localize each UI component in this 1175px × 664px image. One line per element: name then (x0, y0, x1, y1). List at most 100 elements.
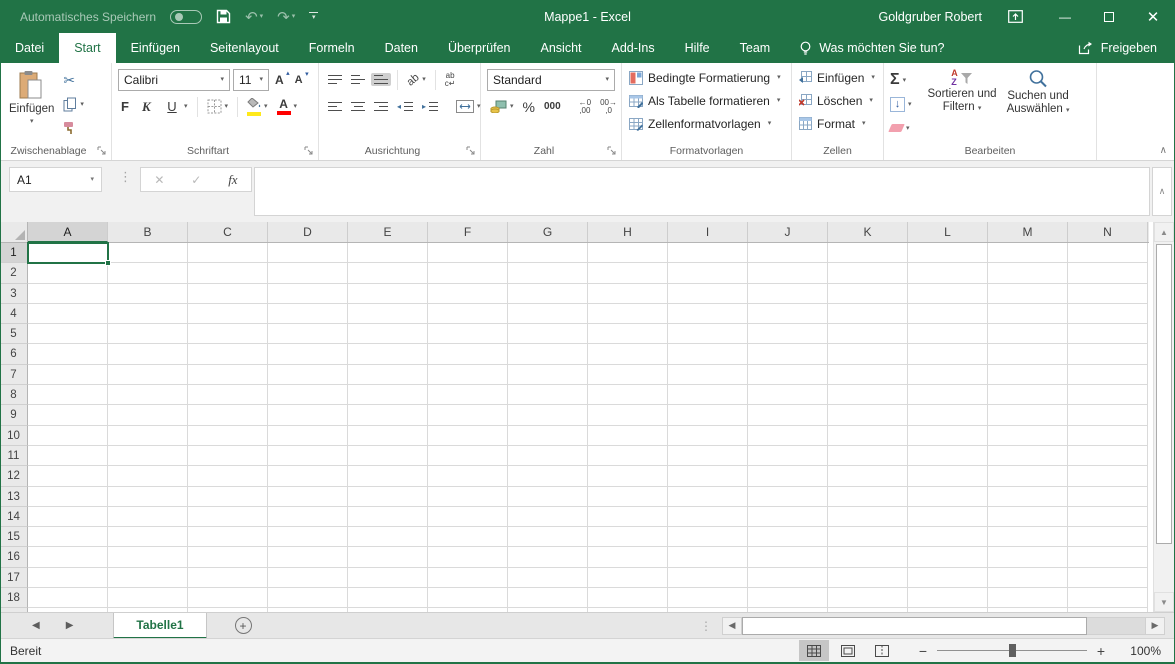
cell-N2[interactable] (1068, 263, 1148, 283)
cell-C12[interactable] (188, 466, 268, 486)
cell-I11[interactable] (668, 446, 748, 466)
cell-N13[interactable] (1068, 487, 1148, 507)
accounting-format-button[interactable]: ▾ (487, 98, 517, 115)
cell-M13[interactable] (988, 487, 1068, 507)
cell-M16[interactable] (988, 547, 1068, 567)
cell-A14[interactable] (28, 507, 108, 527)
row-header-10[interactable]: 10 (0, 426, 28, 446)
cell-D16[interactable] (268, 547, 348, 567)
cell-F12[interactable] (428, 466, 508, 486)
wrap-text-button[interactable]: abc↵ (442, 70, 459, 90)
cell-K12[interactable] (828, 466, 908, 486)
align-right-button[interactable] (371, 100, 391, 114)
name-box-caret-icon[interactable]: ▾ (90, 176, 94, 183)
ribbon-display-options-button[interactable] (1008, 10, 1023, 23)
cell-F2[interactable] (428, 263, 508, 283)
cell-A12[interactable] (28, 466, 108, 486)
cell-M11[interactable] (988, 446, 1068, 466)
cell-H13[interactable] (588, 487, 668, 507)
fill-color-button[interactable]: ▾ (244, 95, 271, 118)
cell-G15[interactable] (508, 527, 588, 547)
cell-A9[interactable] (28, 405, 108, 425)
cell-J17[interactable] (748, 568, 828, 588)
cell-G9[interactable] (508, 405, 588, 425)
font-family-select[interactable]: Calibri▾ (118, 69, 230, 91)
cell-F7[interactable] (428, 365, 508, 385)
cell-M1[interactable] (988, 243, 1068, 263)
cell-K2[interactable] (828, 263, 908, 283)
row-header-1[interactable]: 1 (0, 243, 28, 263)
cell-N16[interactable] (1068, 547, 1148, 567)
cell-J14[interactable] (748, 507, 828, 527)
cell-G8[interactable] (508, 385, 588, 405)
cell-B13[interactable] (108, 487, 188, 507)
cell-G13[interactable] (508, 487, 588, 507)
cell-A16[interactable] (28, 547, 108, 567)
cell-K8[interactable] (828, 385, 908, 405)
cell-L2[interactable] (908, 263, 988, 283)
cell-J7[interactable] (748, 365, 828, 385)
row-header-15[interactable]: 15 (0, 527, 28, 547)
formula-input[interactable] (254, 167, 1150, 216)
cell-I14[interactable] (668, 507, 748, 527)
cell-D8[interactable] (268, 385, 348, 405)
tab-daten[interactable]: Daten (370, 33, 433, 63)
cell-C4[interactable] (188, 304, 268, 324)
cell-E13[interactable] (348, 487, 428, 507)
cell-L17[interactable] (908, 568, 988, 588)
row-header-17[interactable]: 17 (0, 568, 28, 588)
decrease-decimal-button[interactable]: 00→,0 (597, 97, 620, 117)
cell-N6[interactable] (1068, 344, 1148, 364)
cell-G3[interactable] (508, 284, 588, 304)
cell-L18[interactable] (908, 588, 988, 608)
cell-L11[interactable] (908, 446, 988, 466)
cell-I4[interactable] (668, 304, 748, 324)
autosum-button[interactable]: Σ▾ (887, 68, 915, 92)
cell-M2[interactable] (988, 263, 1068, 283)
cell-E14[interactable] (348, 507, 428, 527)
cell-B12[interactable] (108, 466, 188, 486)
cell-A15[interactable] (28, 527, 108, 547)
cell-D11[interactable] (268, 446, 348, 466)
cell-L15[interactable] (908, 527, 988, 547)
add-sheet-button[interactable]: + (235, 617, 252, 634)
column-header-N[interactable]: N (1068, 222, 1148, 242)
cell-B5[interactable] (108, 324, 188, 344)
formula-bar-collapse-button[interactable]: ∧ (1152, 167, 1172, 216)
cell-M12[interactable] (988, 466, 1068, 486)
row-header-13[interactable]: 13 (0, 487, 28, 507)
cell-C3[interactable] (188, 284, 268, 304)
cell-M10[interactable] (988, 426, 1068, 446)
cell-L5[interactable] (908, 324, 988, 344)
cell-I10[interactable] (668, 426, 748, 446)
cell-I18[interactable] (668, 588, 748, 608)
redo-caret-icon[interactable]: ▾ (292, 13, 296, 20)
cell-N12[interactable] (1068, 466, 1148, 486)
cell-B10[interactable] (108, 426, 188, 446)
cell-G18[interactable] (508, 588, 588, 608)
cell-E11[interactable] (348, 446, 428, 466)
format-as-table-button[interactable]: Als Tabelle formatieren▾ (625, 89, 788, 112)
row-header-8[interactable]: 8 (0, 385, 28, 405)
cell-L12[interactable] (908, 466, 988, 486)
cell-A4[interactable] (28, 304, 108, 324)
cell-N17[interactable] (1068, 568, 1148, 588)
cell-F3[interactable] (428, 284, 508, 304)
user-name[interactable]: Goldgruber Robert (878, 10, 982, 24)
cell-I5[interactable] (668, 324, 748, 344)
column-header-M[interactable]: M (988, 222, 1068, 242)
zoom-slider-handle[interactable] (1009, 644, 1016, 657)
normal-view-button[interactable] (799, 640, 829, 661)
decrease-font-button[interactable]: A▾ (292, 72, 308, 88)
tab-einfuegen[interactable]: Einfügen (116, 33, 195, 63)
cell-I12[interactable] (668, 466, 748, 486)
cell-N9[interactable] (1068, 405, 1148, 425)
zoom-level[interactable]: 100% (1123, 644, 1161, 658)
zoom-in-button[interactable]: + (1095, 643, 1107, 659)
cell-K3[interactable] (828, 284, 908, 304)
column-header-C[interactable]: C (188, 222, 268, 242)
format-painter-button[interactable] (60, 116, 87, 140)
cell-G7[interactable] (508, 365, 588, 385)
cell-G11[interactable] (508, 446, 588, 466)
cell-F6[interactable] (428, 344, 508, 364)
